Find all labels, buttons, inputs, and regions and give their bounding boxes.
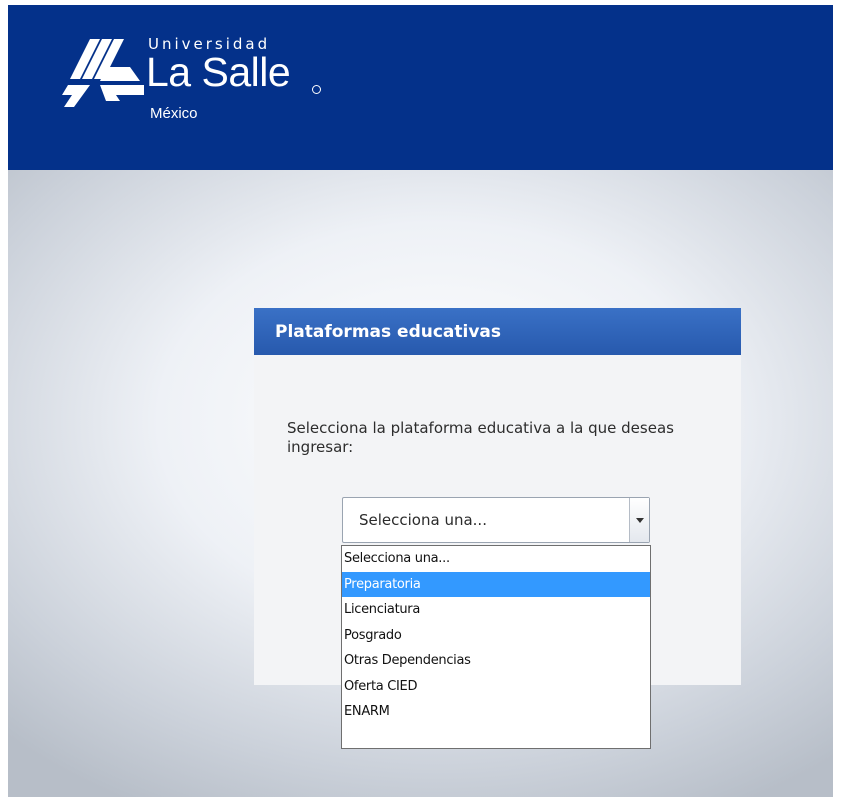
logo-name-text: La Salle xyxy=(146,49,291,95)
option-posgrado[interactable]: Posgrado xyxy=(342,623,650,649)
option-selecciona[interactable]: Selecciona una... xyxy=(342,546,650,572)
option-otras-dependencias[interactable]: Otras Dependencias xyxy=(342,648,650,674)
site-header: Universidad La Salle México xyxy=(8,5,833,170)
registered-mark-icon xyxy=(312,85,321,94)
page-frame: Universidad La Salle México Plataformas … xyxy=(8,5,833,797)
platform-select-value: Selecciona una... xyxy=(359,511,487,529)
platform-dropdown-list: Selecciona una... Preparatoria Licenciat… xyxy=(341,545,651,749)
panel-title: Plataformas educativas xyxy=(254,308,741,355)
option-preparatoria[interactable]: Preparatoria xyxy=(342,571,650,597)
platform-select[interactable]: Selecciona una... xyxy=(342,497,650,543)
caret-down-icon[interactable] xyxy=(629,498,649,542)
option-enarm[interactable]: ENARM xyxy=(342,699,650,725)
option-licenciatura[interactable]: Licenciatura xyxy=(342,597,650,623)
option-oferta-cied[interactable]: Oferta CIED xyxy=(342,674,650,700)
panel-instruction: Selecciona la plataforma educativa a la … xyxy=(287,419,674,456)
logo-country-text: México xyxy=(150,105,198,122)
lasalle-logo-icon[interactable] xyxy=(60,29,146,107)
platform-panel: Plataformas educativas Selecciona la pla… xyxy=(254,308,741,749)
